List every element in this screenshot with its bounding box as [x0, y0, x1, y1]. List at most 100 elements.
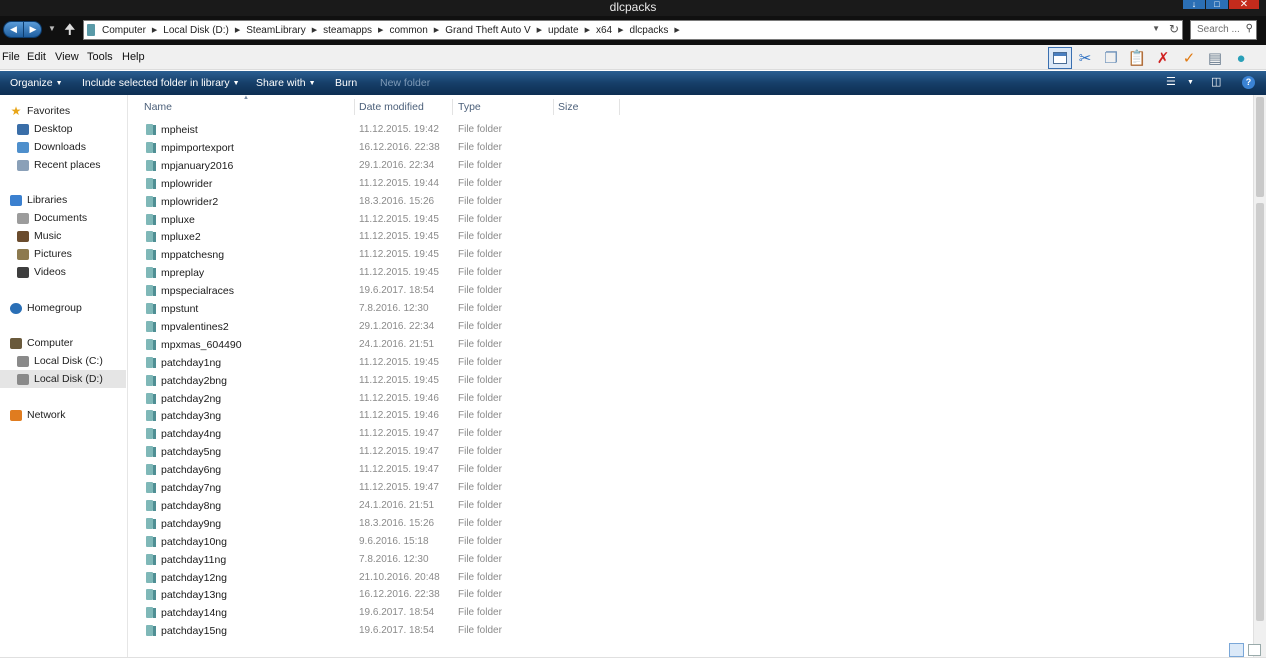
column-divider[interactable] [452, 99, 453, 115]
table-row[interactable]: mpreplay 11.12.2015. 19:45 File folder [129, 264, 749, 282]
table-row[interactable]: mpstunt 7.8.2016. 12:30 File folder [129, 300, 749, 318]
breadcrumb-separator-icon[interactable]: ▶ [233, 26, 242, 34]
preview-pane-icon[interactable]: ◫ [1211, 75, 1221, 88]
nav-local-disk-c[interactable]: Local Disk (C:) [17, 352, 103, 370]
layout-icon[interactable] [1048, 47, 1072, 69]
paste-icon[interactable]: 📋 [1124, 47, 1150, 69]
large-icons-view-button[interactable] [1248, 644, 1261, 656]
nav-documents[interactable]: Documents [17, 209, 87, 227]
table-row[interactable]: patchday2ng 11.12.2015. 19:46 File folder [129, 390, 749, 408]
nav-computer[interactable]: Computer [10, 334, 73, 352]
breadcrumb-item[interactable]: x64 [592, 25, 616, 36]
vertical-scrollbar[interactable] [1253, 95, 1266, 657]
nav-music[interactable]: Music [17, 227, 61, 245]
table-row[interactable]: patchday8ng 24.1.2016. 21:51 File folder [129, 497, 749, 515]
table-row[interactable]: mpvalentines2 29.1.2016. 22:34 File folder [129, 318, 749, 336]
breadcrumb-item[interactable]: Computer [98, 25, 150, 36]
table-row[interactable]: mpimportexport 16.12.2016. 22:38 File fold… [129, 139, 749, 157]
breadcrumb-separator-icon[interactable]: ▶ [376, 26, 385, 34]
help-icon[interactable]: ? [1242, 76, 1255, 89]
maximize-button[interactable]: □ [1206, 0, 1228, 9]
column-header-size[interactable]: Size [558, 101, 578, 113]
table-row[interactable]: mplowrider 11.12.2015. 19:44 File folder [129, 175, 749, 193]
address-history-dropdown-icon[interactable]: ▼ [1152, 24, 1160, 33]
column-header-name[interactable]: Name [144, 101, 172, 113]
organize-button[interactable]: Organize ▼ [10, 77, 63, 89]
breadcrumb-item[interactable]: dlcpacks [626, 25, 673, 36]
globe-icon[interactable]: ● [1228, 47, 1254, 69]
table-row[interactable]: patchday4ng 11.12.2015. 19:47 File folder [129, 425, 749, 443]
column-header-date-modified[interactable]: Date modified [359, 101, 424, 113]
change-view-icon[interactable]: ☰ [1166, 75, 1176, 88]
view-dropdown-icon[interactable]: ▼ [1187, 79, 1194, 86]
column-header-type[interactable]: Type [458, 101, 481, 113]
back-button[interactable]: ◀ [4, 22, 23, 37]
table-row[interactable]: patchday7ng 11.12.2015. 19:47 File folder [129, 479, 749, 497]
breadcrumb-separator-icon[interactable]: ▶ [150, 26, 159, 34]
cut-icon[interactable]: ✂ [1072, 47, 1098, 69]
search-box[interactable]: Search ... ⚲ [1190, 20, 1257, 40]
table-row[interactable]: patchday2bng 11.12.2015. 19:45 File folder [129, 372, 749, 390]
table-row[interactable]: mpxmas_604490 24.1.2016. 21:51 File folder [129, 336, 749, 354]
burn-button[interactable]: Burn [335, 77, 357, 89]
breadcrumb-item[interactable]: common [385, 25, 431, 36]
breadcrumb-item[interactable]: Grand Theft Auto V [441, 25, 534, 36]
column-divider[interactable] [619, 99, 620, 115]
address-bar[interactable]: Computer ▶ Local Disk (D:) ▶ SteamLibrary ▶ st… [83, 20, 1183, 40]
recent-locations-dropdown-icon[interactable]: ▼ [48, 24, 56, 33]
table-row[interactable]: patchday11ng 7.8.2016. 12:30 File folder [129, 551, 749, 569]
table-row[interactable]: patchday1ng 11.12.2015. 19:45 File folder [129, 354, 749, 372]
menu-view[interactable]: View [55, 51, 79, 63]
breadcrumb-separator-icon[interactable]: ▶ [616, 26, 625, 34]
nav-homegroup[interactable]: Homegroup [10, 299, 82, 317]
share-with-button[interactable]: Share with ▼ [256, 77, 316, 89]
column-divider[interactable] [553, 99, 554, 115]
checkmark-icon[interactable]: ✓ [1176, 47, 1202, 69]
breadcrumb-separator-icon[interactable]: ▶ [672, 26, 681, 34]
up-arrow-icon[interactable]: 🠉 [64, 21, 76, 37]
refresh-icon[interactable]: ↻ [1169, 22, 1179, 36]
nav-downloads[interactable]: Downloads [17, 138, 86, 156]
include-in-library-button[interactable]: Include selected folder in library ▼ [82, 77, 240, 89]
breadcrumb-separator-icon[interactable]: ▶ [583, 26, 592, 34]
table-row[interactable]: patchday10ng 9.6.2016. 15:18 File folder [129, 533, 749, 551]
breadcrumb-separator-icon[interactable]: ▶ [310, 26, 319, 34]
scrollbar-thumb[interactable] [1256, 97, 1264, 197]
nav-network[interactable]: Network [10, 406, 66, 424]
table-row[interactable]: mpspecialraces 19.6.2017. 18:54 File folde… [129, 282, 749, 300]
nav-pictures[interactable]: Pictures [17, 245, 72, 263]
table-row[interactable]: patchday14ng 19.6.2017. 18:54 File folder [129, 604, 749, 622]
breadcrumb-separator-icon[interactable]: ▶ [432, 26, 441, 34]
nav-libraries[interactable]: Libraries [10, 191, 67, 209]
table-row[interactable]: mpjanuary2016 29.1.2016. 22:34 File folder [129, 157, 749, 175]
table-row[interactable]: patchday12ng 21.10.2016. 20:48 File folder [129, 569, 749, 587]
nav-videos[interactable]: Videos [17, 263, 66, 281]
menu-file[interactable]: File [2, 51, 20, 63]
breadcrumb-item[interactable]: update [544, 25, 583, 36]
breadcrumb-item[interactable]: steamapps [319, 25, 376, 36]
table-row[interactable]: mpluxe 11.12.2015. 19:45 File folder [129, 211, 749, 229]
table-row[interactable]: mpheist 11.12.2015. 19:42 File folder [129, 121, 749, 139]
table-row[interactable]: patchday3ng 11.12.2015. 19:46 File folder [129, 407, 749, 425]
scrollbar-track[interactable] [1256, 203, 1264, 621]
breadcrumb-item[interactable]: SteamLibrary [242, 25, 309, 36]
forward-button[interactable]: ▶ [23, 22, 42, 37]
breadcrumb-item[interactable]: Local Disk (D:) [159, 25, 233, 36]
table-row[interactable]: patchday13ng 16.12.2016. 22:38 File folder [129, 586, 749, 604]
nav-recent-places[interactable]: Recent places [17, 156, 101, 174]
table-row[interactable]: mpluxe2 11.12.2015. 19:45 File folder [129, 228, 749, 246]
menu-tools[interactable]: Tools [87, 51, 113, 63]
breadcrumb-separator-icon[interactable]: ▶ [535, 26, 544, 34]
menu-edit[interactable]: Edit [27, 51, 46, 63]
column-divider[interactable] [354, 99, 355, 115]
table-row[interactable]: patchday6ng 11.12.2015. 19:47 File folder [129, 461, 749, 479]
details-view-button[interactable] [1229, 643, 1244, 657]
table-row[interactable]: mplowrider2 18.3.2016. 15:26 File folder [129, 193, 749, 211]
search-input[interactable]: Search ... [1197, 24, 1240, 35]
search-icon[interactable]: ⚲ [1246, 23, 1253, 34]
table-row[interactable]: mppatchesng 11.12.2015. 19:45 File folder [129, 246, 749, 264]
close-button[interactable]: ✕ [1229, 0, 1259, 10]
menu-help[interactable]: Help [122, 51, 145, 63]
table-row[interactable]: patchday9ng 18.3.2016. 15:26 File folder [129, 515, 749, 533]
new-folder-button[interactable]: New folder [380, 77, 430, 89]
